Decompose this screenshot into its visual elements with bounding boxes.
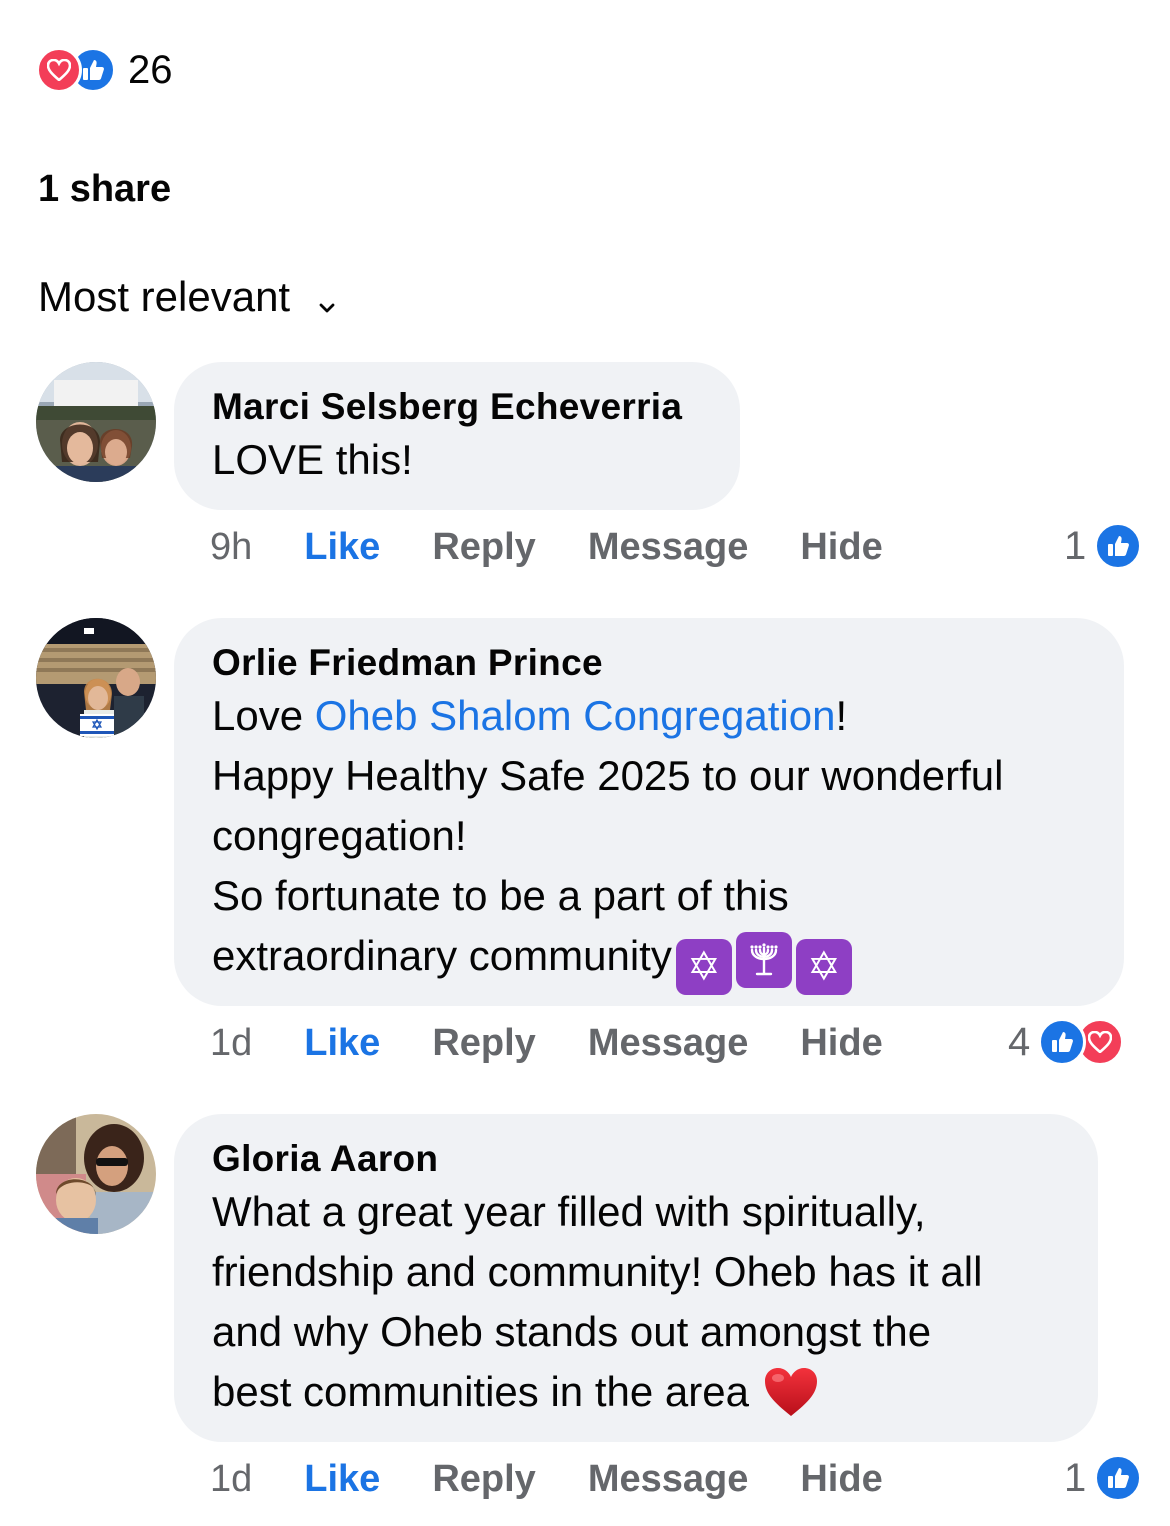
like-button[interactable]: Like bbox=[304, 1022, 380, 1065]
comment-text-segment: Love bbox=[212, 692, 315, 739]
comment-line: congregation! bbox=[212, 812, 467, 859]
sort-label: Most relevant bbox=[38, 273, 291, 320]
comment-timestamp[interactable]: 1d bbox=[210, 1022, 252, 1065]
reply-button[interactable]: Reply bbox=[432, 526, 535, 569]
comment-text: LOVE this! bbox=[212, 436, 413, 483]
message-button[interactable]: Message bbox=[588, 526, 749, 569]
comment-line: extraordinary community bbox=[212, 932, 672, 979]
comment-reactions[interactable]: 4 bbox=[1008, 1018, 1125, 1066]
comment-author[interactable]: Marci Selsberg Echeverria bbox=[212, 384, 702, 430]
comment-timestamp[interactable]: 9h bbox=[210, 526, 252, 569]
comment-line: and why Oheb stands out amongst the bbox=[212, 1308, 932, 1355]
comment-bubble: Marci Selsberg Echeverria LOVE this! bbox=[174, 362, 740, 510]
comment-reaction-count: 4 bbox=[1008, 1019, 1031, 1064]
comment-author[interactable]: Orlie Friedman Prince bbox=[212, 640, 1086, 686]
comment-reaction-count: 1 bbox=[1064, 523, 1087, 568]
hide-button[interactable]: Hide bbox=[800, 1458, 882, 1501]
comment-author[interactable]: Gloria Aaron bbox=[212, 1136, 1060, 1182]
avatar[interactable] bbox=[36, 362, 156, 482]
menorah-emoji bbox=[735, 932, 792, 988]
avatar[interactable] bbox=[36, 618, 156, 738]
heart-emoji bbox=[763, 1366, 819, 1434]
reactions-summary[interactable]: 26 bbox=[36, 46, 173, 94]
like-icon bbox=[1094, 1454, 1143, 1502]
share-count[interactable]: 1 share bbox=[38, 168, 171, 211]
comment-reaction-count: 1 bbox=[1064, 1455, 1087, 1500]
sort-dropdown[interactable]: Most relevant bbox=[38, 270, 336, 324]
reaction-count: 26 bbox=[128, 47, 173, 92]
comment-text-segment: ! bbox=[835, 692, 848, 739]
comment-line: friendship and community! Oheb has it al… bbox=[212, 1248, 983, 1295]
comment-line: Happy Healthy Safe 2025 to our wonderful bbox=[212, 752, 1004, 799]
star-of-david-emoji: ✡ bbox=[675, 939, 732, 995]
comment-reactions[interactable]: 1 bbox=[1064, 1454, 1143, 1502]
reply-button[interactable]: Reply bbox=[432, 1022, 535, 1065]
comment-bubble: Gloria Aaron What a great year filled wi… bbox=[174, 1114, 1098, 1442]
comment-timestamp[interactable]: 1d bbox=[210, 1458, 252, 1501]
comment-reactions[interactable]: 1 bbox=[1064, 522, 1143, 570]
comment-line: What a great year filled with spirituall… bbox=[212, 1188, 926, 1235]
comment-bubble: Orlie Friedman Prince Love Oheb Shalom C… bbox=[174, 618, 1124, 1006]
comment-text: What a great year filled with spirituall… bbox=[212, 1182, 1060, 1434]
comment-actions: 9h Like Reply Message Hide bbox=[210, 526, 935, 569]
star-of-david-emoji: ✡ bbox=[795, 939, 852, 995]
mention-link[interactable]: Oheb Shalom Congregation bbox=[315, 692, 836, 739]
comment-actions: 1d Like Reply Message Hide bbox=[210, 1458, 935, 1501]
reply-button[interactable]: Reply bbox=[432, 1458, 535, 1501]
chevron-down-icon bbox=[318, 276, 336, 324]
like-button[interactable]: Like bbox=[304, 1458, 380, 1501]
like-button[interactable]: Like bbox=[304, 526, 380, 569]
like-icon bbox=[1094, 522, 1143, 570]
avatar[interactable] bbox=[36, 1114, 156, 1234]
hide-button[interactable]: Hide bbox=[800, 526, 882, 569]
love-icon bbox=[36, 47, 82, 93]
comment-line: So fortunate to be a part of this bbox=[212, 872, 789, 919]
hide-button[interactable]: Hide bbox=[800, 1022, 882, 1065]
like-icon bbox=[1038, 1018, 1087, 1066]
comment-line: best communities in the area bbox=[212, 1368, 749, 1415]
comment-actions: 1d Like Reply Message Hide bbox=[210, 1022, 935, 1065]
comment-text: Love Oheb Shalom Congregation! Happy Hea… bbox=[212, 686, 1086, 995]
message-button[interactable]: Message bbox=[588, 1458, 749, 1501]
message-button[interactable]: Message bbox=[588, 1022, 749, 1065]
